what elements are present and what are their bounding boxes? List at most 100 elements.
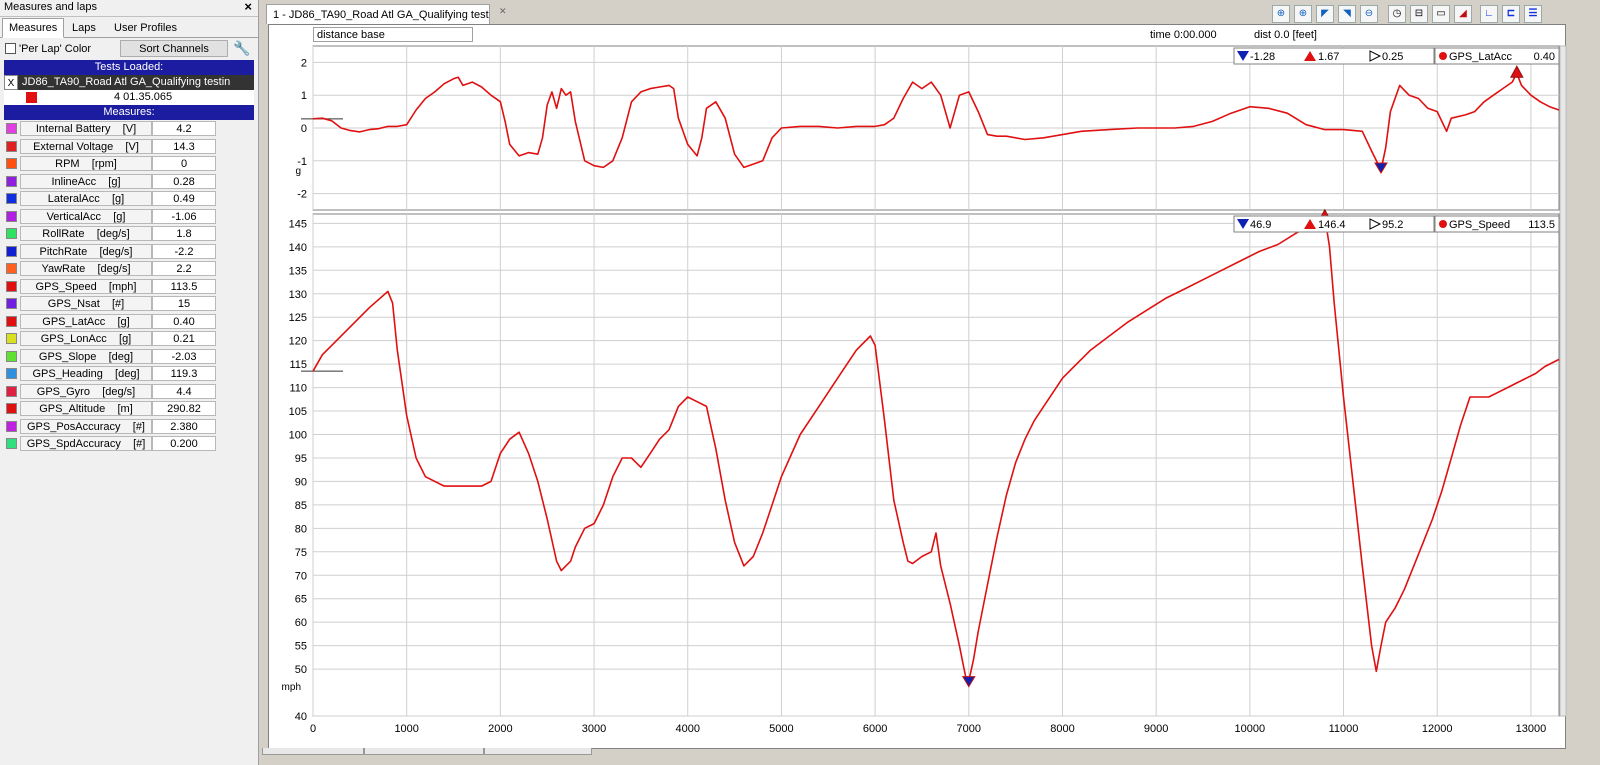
measure-value: 0.40 [152, 313, 216, 329]
per-lap-color-checkbox[interactable] [5, 43, 16, 54]
measure-row[interactable]: External Voltage [V] 14.3 [4, 138, 254, 156]
lap-row[interactable]: 4 01.35.065 [4, 90, 254, 105]
measure-color-swatch[interactable] [6, 333, 17, 344]
measure-name[interactable]: GPS_Slope [deg] [20, 348, 152, 364]
measure-value: -2.2 [152, 243, 216, 259]
measure-name[interactable]: GPS_Heading [deg] [20, 366, 152, 381]
measure-name[interactable]: External Voltage [V] [20, 138, 152, 154]
measure-name[interactable]: YawRate [deg/s] [20, 261, 152, 276]
measure-row[interactable]: GPS_Gyro [deg/s] 4.4 [4, 383, 254, 401]
measure-row[interactable]: GPS_LatAcc [g] 0.40 [4, 313, 254, 331]
layout-1-icon[interactable]: ∟ [1480, 5, 1498, 23]
measure-color-swatch[interactable] [6, 403, 17, 414]
measure-color-swatch[interactable] [6, 385, 17, 397]
measure-value: 0.21 [152, 331, 216, 346]
triangle-marker-icon[interactable]: ◢ [1454, 5, 1472, 23]
measure-color-swatch[interactable] [6, 368, 17, 379]
measure-color-swatch[interactable] [6, 438, 17, 449]
measure-name[interactable]: LateralAcc [g] [20, 191, 152, 206]
fit-icon[interactable]: ⊟ [1410, 5, 1428, 23]
document-tab[interactable]: 1 - JD86_TA90_Road Atl GA_Qualifying tes… [266, 4, 490, 24]
measure-row[interactable]: GPS_Nsat [#] 15 [4, 295, 254, 313]
layout-3-icon[interactable]: ☰ [1524, 5, 1542, 23]
measure-row[interactable]: Internal Battery [V] 4.2 [4, 120, 254, 138]
distance-base-selector[interactable]: distance base [313, 27, 473, 42]
measure-name[interactable]: RollRate [deg/s] [20, 226, 152, 241]
zoom-in-x-icon[interactable]: ⊕ [1272, 5, 1290, 23]
measure-color-swatch[interactable] [6, 263, 17, 274]
measures-header: Measures: [4, 105, 254, 120]
bottom-tab[interactable] [262, 748, 364, 755]
measure-name[interactable]: GPS_Nsat [#] [20, 296, 152, 311]
measure-color-swatch[interactable] [6, 228, 17, 239]
page-icon[interactable]: ▭ [1432, 5, 1450, 23]
measure-name[interactable]: GPS_PosAccuracy [#] [20, 418, 152, 434]
pan-left-icon[interactable]: ◤ [1316, 5, 1334, 23]
measure-row[interactable]: LateralAcc [g] 0.49 [4, 190, 254, 208]
measure-value: 1.8 [152, 226, 216, 241]
measure-row[interactable]: InlineAcc [g] 0.28 [4, 173, 254, 191]
per-lap-color-label: 'Per Lap' Color [19, 43, 92, 55]
measure-name[interactable]: GPS_LatAcc [g] [20, 313, 152, 329]
measure-color-swatch[interactable] [6, 193, 17, 204]
test-row[interactable]: X JD86_TA90_Road Atl GA_Qualifying testi… [4, 75, 254, 90]
measure-row[interactable]: GPS_Altitude [m] 290.82 [4, 400, 254, 418]
measure-name[interactable]: InlineAcc [g] [20, 173, 152, 189]
measure-name[interactable]: PitchRate [deg/s] [20, 243, 152, 259]
measure-value: 0.28 [152, 173, 216, 189]
measure-name[interactable]: VerticalAcc [g] [20, 208, 152, 224]
tab-laps[interactable]: Laps [66, 20, 102, 36]
measure-row[interactable]: VerticalAcc [g] -1.06 [4, 208, 254, 226]
measure-color-swatch[interactable] [6, 123, 17, 134]
bottom-tab[interactable] [364, 748, 484, 755]
measure-row[interactable]: GPS_Heading [deg] 119.3 [4, 365, 254, 383]
sort-channels-button[interactable]: Sort Channels [120, 40, 228, 57]
measure-name[interactable]: GPS_Gyro [deg/s] [20, 383, 152, 399]
measure-color-swatch[interactable] [6, 245, 17, 257]
measure-name[interactable]: GPS_Altitude [m] [20, 401, 152, 416]
measure-row[interactable]: GPS_Speed [mph] 113.5 [4, 278, 254, 296]
measure-name[interactable]: RPM [rpm] [20, 156, 152, 171]
measure-color-swatch[interactable] [6, 158, 17, 169]
measure-name[interactable]: GPS_Speed [mph] [20, 278, 152, 294]
panel-close-button[interactable]: × [244, 0, 252, 14]
measure-name[interactable]: GPS_LonAcc [g] [20, 331, 152, 346]
measure-name[interactable]: Internal Battery [V] [20, 121, 152, 136]
measure-value: 0 [152, 156, 216, 171]
measure-color-swatch[interactable] [6, 350, 17, 362]
dist-readout: dist 0.0 [feet] [1254, 29, 1317, 41]
bottom-tab[interactable] [484, 748, 592, 755]
measure-color-swatch[interactable] [6, 175, 17, 187]
measure-value: 14.3 [152, 138, 216, 154]
measure-color-swatch[interactable] [6, 140, 17, 152]
remove-test-button[interactable]: X [4, 75, 18, 90]
measure-color-swatch[interactable] [6, 315, 17, 327]
measure-color-swatch[interactable] [6, 210, 17, 222]
test-name[interactable]: JD86_TA90_Road Atl GA_Qualifying testin [18, 75, 254, 90]
document-tab-close-icon[interactable]: ✕ [499, 6, 507, 17]
measure-row[interactable]: GPS_Slope [deg] -2.03 [4, 348, 254, 366]
measure-color-swatch[interactable] [6, 298, 17, 309]
measure-row[interactable]: GPS_PosAccuracy [#] 2.380 [4, 418, 254, 436]
measure-color-swatch[interactable] [6, 280, 17, 292]
tests-loaded-header: Tests Loaded: [4, 60, 254, 75]
measure-row[interactable]: GPS_SpdAccuracy [#] 0.200 [4, 435, 254, 453]
zoom-in-icon[interactable]: ⊕ [1294, 5, 1312, 23]
layout-2-icon[interactable]: ⊏ [1502, 5, 1520, 23]
pan-right-icon[interactable]: ◥ [1338, 5, 1356, 23]
measure-row[interactable]: RollRate [deg/s] 1.8 [4, 225, 254, 243]
tab-measures[interactable]: Measures [2, 18, 65, 38]
panel-titlebar: Measures and laps × [0, 0, 258, 17]
tab-user-profiles[interactable]: User Profiles [108, 20, 183, 36]
clock-icon[interactable]: ◷ [1388, 5, 1406, 23]
measure-row[interactable]: PitchRate [deg/s] -2.2 [4, 243, 254, 261]
wrench-icon[interactable]: 🔧 [232, 39, 252, 58]
measure-row[interactable]: YawRate [deg/s] 2.2 [4, 260, 254, 278]
measure-name[interactable]: GPS_SpdAccuracy [#] [20, 436, 152, 451]
measure-value: 290.82 [152, 401, 216, 416]
measure-color-swatch[interactable] [6, 420, 17, 432]
measure-row[interactable]: GPS_LonAcc [g] 0.21 [4, 330, 254, 348]
zoom-out-icon[interactable]: ⊖ [1360, 5, 1378, 23]
lap-color-swatch[interactable] [26, 92, 37, 103]
measure-row[interactable]: RPM [rpm] 0 [4, 155, 254, 173]
